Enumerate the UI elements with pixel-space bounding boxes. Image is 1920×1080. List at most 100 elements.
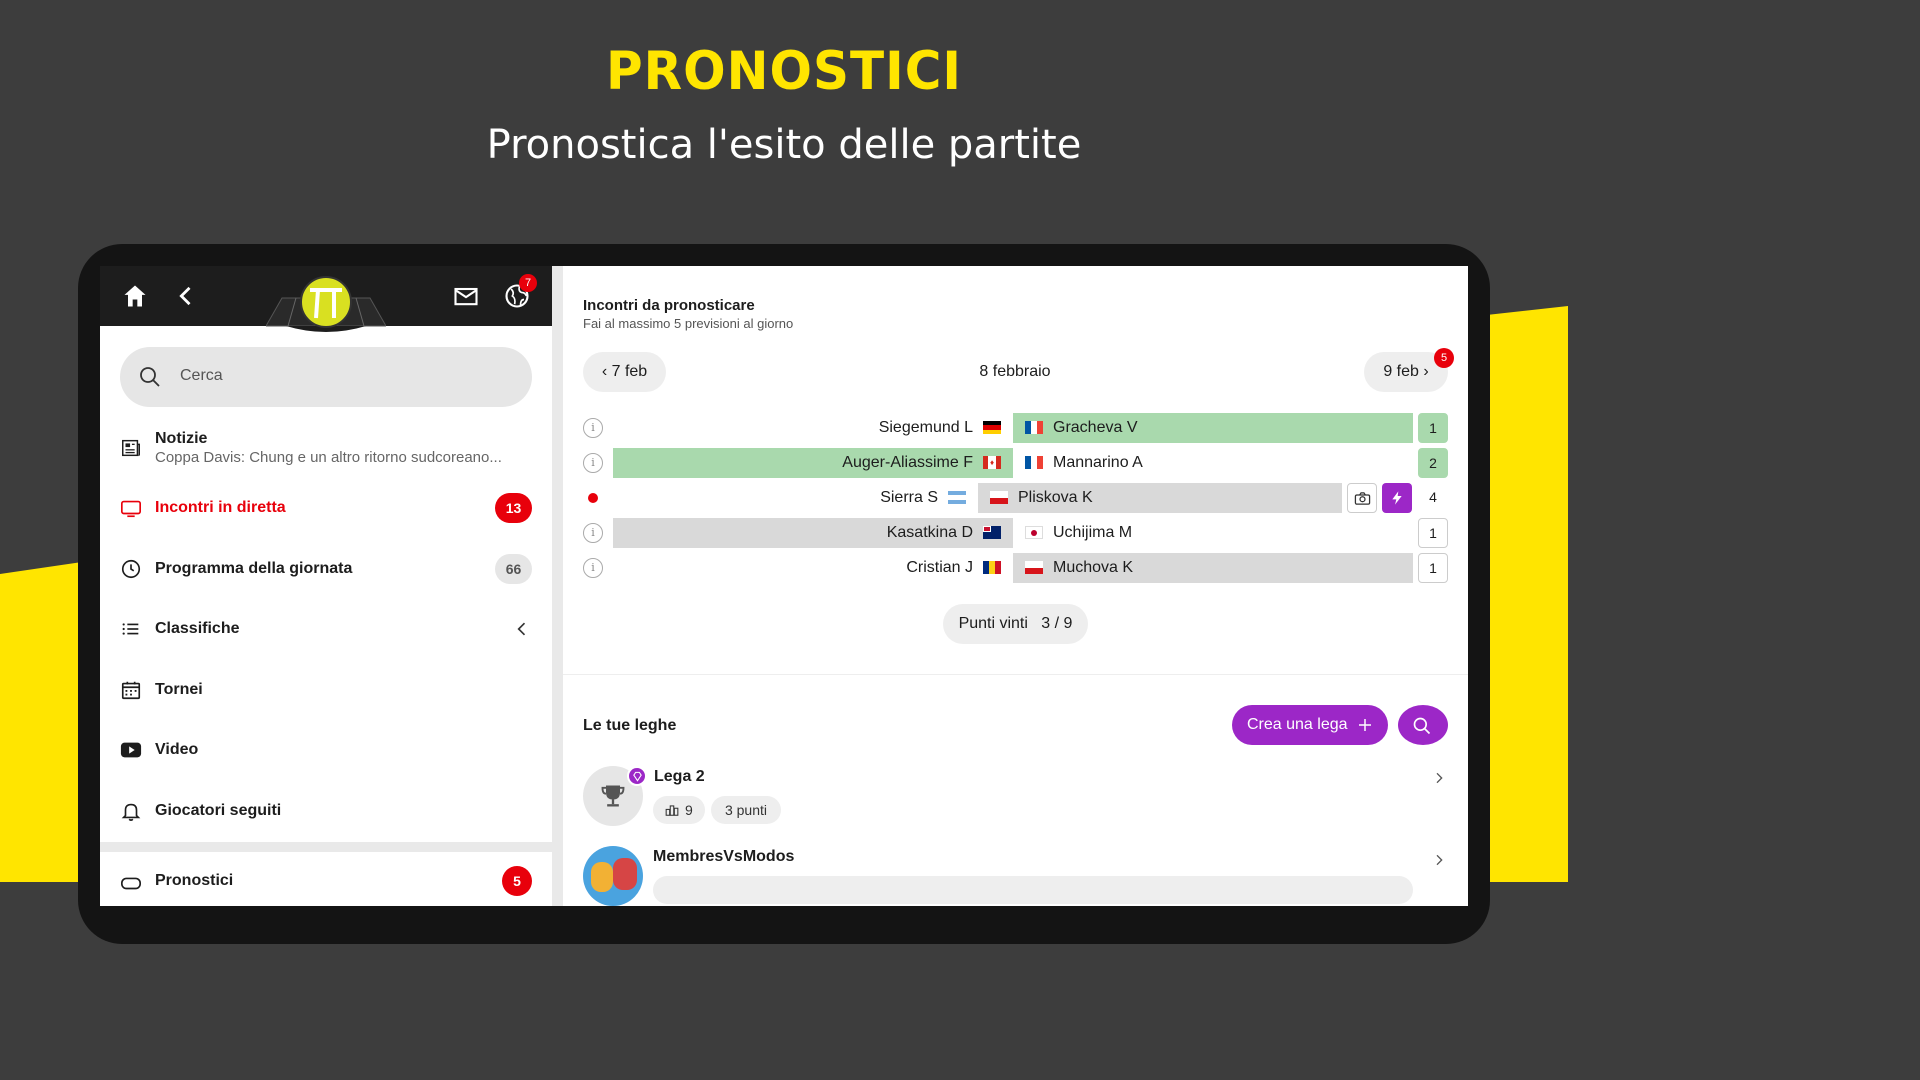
sidebar-item-notizie[interactable]: Notizie Coppa Davis: Chung e un altro ri… xyxy=(100,421,552,481)
match-row: i Cristian J Muchova K 1 xyxy=(563,553,1468,583)
info-icon[interactable]: i xyxy=(583,453,603,473)
count-badge: 13 xyxy=(495,493,532,523)
sidebar-item-predictions[interactable]: Pronostici 5 xyxy=(100,854,552,906)
player-left[interactable]: Auger-Aliassime F ♦ xyxy=(613,448,1013,478)
diamond-icon xyxy=(633,771,642,782)
player-right[interactable]: Muchova K xyxy=(1013,553,1413,583)
search-bar[interactable]: Cerca xyxy=(120,347,532,407)
top-bar: 7 xyxy=(100,266,552,332)
czech-flag-icon xyxy=(990,491,1008,504)
germany-flag-icon xyxy=(983,421,1001,434)
sidebar-item-label: Incontri in diretta xyxy=(155,499,286,516)
sidebar-item-label: Classifiche xyxy=(155,620,240,637)
sidebar-item-live-matches[interactable]: Incontri in diretta 13 xyxy=(100,478,552,538)
count-badge: 5 xyxy=(502,866,532,896)
divider xyxy=(563,674,1468,675)
czech-flag-icon xyxy=(1025,561,1043,574)
france-flag-icon xyxy=(1025,421,1043,434)
create-league-button[interactable]: Crea una lega xyxy=(1232,705,1388,745)
boost-button[interactable] xyxy=(1382,483,1412,513)
create-league-label: Crea una lega xyxy=(1247,716,1348,733)
search-league-button[interactable] xyxy=(1398,705,1448,745)
app-screen: 7 Cerca Notizie Coppa Davis: Chung e un … xyxy=(100,266,1468,906)
camera-button[interactable] xyxy=(1347,483,1377,513)
points-won-pill: Punti vinti 3 / 9 xyxy=(943,604,1088,644)
trophy-icon xyxy=(601,785,625,807)
notification-badge: 7 xyxy=(519,274,537,292)
player-left[interactable]: Sierra S xyxy=(613,483,978,513)
list-icon xyxy=(122,623,139,635)
player-right[interactable]: Gracheva V xyxy=(1013,413,1413,443)
sidebar-item-label: Tornei xyxy=(155,681,203,698)
chevron-left-icon[interactable] xyxy=(512,619,532,639)
sidebar-item-label: Pronostici xyxy=(155,872,234,889)
points-label: Punti vinti xyxy=(958,615,1028,632)
next-day-label: 9 feb xyxy=(1383,363,1419,380)
info-icon[interactable]: i xyxy=(583,558,603,578)
player-name: Gracheva V xyxy=(1053,419,1138,436)
player-left[interactable]: Siegemund L xyxy=(613,413,1013,443)
league-info-bar xyxy=(653,876,1413,904)
match-row: i Auger-Aliassime F ♦ Mannarino A 2 xyxy=(563,448,1468,478)
player-left[interactable]: Cristian J xyxy=(613,553,1013,583)
app-logo[interactable] xyxy=(266,274,386,338)
sidebar-item-followed-players[interactable]: Giocatori seguiti xyxy=(100,781,552,841)
sidebar-item-rankings[interactable]: Classifiche xyxy=(100,599,552,659)
search-icon xyxy=(1413,717,1431,735)
romania-flag-icon xyxy=(983,561,1001,574)
player-name: Pliskova K xyxy=(1018,489,1093,506)
back-arrow-icon[interactable] xyxy=(172,282,200,310)
chevron-right-icon: › xyxy=(1418,363,1429,380)
sidebar-item-schedule[interactable]: Programma della giornata 66 xyxy=(100,539,552,599)
live-indicator xyxy=(588,493,598,503)
player-left[interactable]: Kasatkina D xyxy=(613,518,1013,548)
ranking-icon xyxy=(665,805,679,816)
home-icon[interactable] xyxy=(121,282,149,310)
argentina-flag-icon xyxy=(948,491,966,504)
gamepad-icon xyxy=(121,877,141,890)
members-chip: 9 xyxy=(653,796,705,824)
next-day-badge: 5 xyxy=(1434,348,1454,368)
info-icon[interactable]: i xyxy=(583,523,603,543)
france-flag-icon xyxy=(1025,456,1043,469)
clock-icon xyxy=(121,559,141,579)
player-name: Sierra S xyxy=(880,489,938,506)
play-icon xyxy=(120,742,142,758)
points-value: 3 / 9 xyxy=(1041,615,1073,632)
info-icon[interactable]: i xyxy=(583,418,603,438)
league-avatar xyxy=(583,846,643,906)
player-name: Uchijima M xyxy=(1053,524,1133,541)
chevron-right-icon[interactable] xyxy=(1431,852,1447,868)
player-right[interactable]: Mannarino A xyxy=(1013,448,1413,478)
sidebar-item-label: Video xyxy=(155,741,199,758)
bell-icon xyxy=(121,803,141,821)
league-item[interactable]: Lega 2 9 3 punti xyxy=(563,764,1468,834)
points-chip: 3 punti xyxy=(711,796,781,824)
mail-icon[interactable] xyxy=(452,282,480,310)
sidebar-item-label: Programma della giornata xyxy=(155,560,353,577)
premium-badge xyxy=(627,766,647,786)
japan-flag-icon xyxy=(1025,526,1043,539)
player-right[interactable]: Pliskova K xyxy=(978,483,1342,513)
player-right[interactable]: Uchijima M xyxy=(1013,518,1413,548)
prev-day-button[interactable]: ‹ 7 feb xyxy=(583,352,666,392)
player-name: Muchova K xyxy=(1053,559,1134,576)
current-day-label: 8 febbraio xyxy=(979,363,1051,380)
player-name: Kasatkina D xyxy=(886,524,973,541)
prediction-result: 1 xyxy=(1418,553,1448,583)
sidebar-item-label: Giocatori seguiti xyxy=(155,802,282,819)
sidebar-item-video[interactable]: Video xyxy=(100,720,552,780)
prediction-result: 1 xyxy=(1418,518,1448,548)
player-name: Auger-Aliassime F xyxy=(842,454,973,471)
chevron-right-icon[interactable] xyxy=(1431,770,1447,786)
tv-icon xyxy=(121,500,141,518)
player-name: Mannarino A xyxy=(1053,454,1143,471)
league-item[interactable]: MembresVsModos xyxy=(563,844,1468,906)
predictions-panel: Incontri da pronosticare Fai al massimo … xyxy=(563,266,1468,906)
newspaper-icon xyxy=(122,439,140,457)
plus-icon xyxy=(1359,719,1371,731)
prediction-result: 1 xyxy=(1418,413,1448,443)
lightning-icon xyxy=(1392,491,1402,505)
sidebar-item-tournaments[interactable]: Tornei xyxy=(100,660,552,720)
leagues-title: Le tue leghe xyxy=(583,717,677,734)
